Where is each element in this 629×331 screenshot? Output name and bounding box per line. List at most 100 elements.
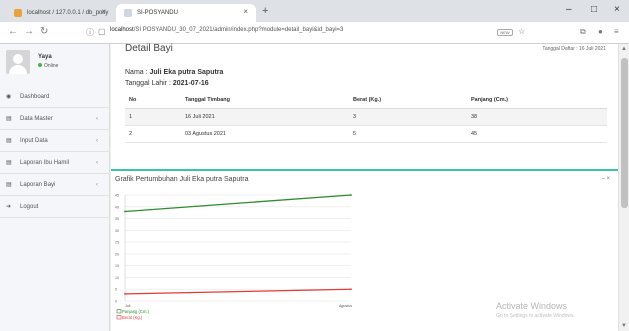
input-icon: ▤ [6,138,12,144]
sidebar-item-laporan-bayi[interactable]: ▤ Laporan Bayi ‹ [0,174,110,196]
sidebar-item-label: Laporan Ibu Hamil [20,159,70,166]
legend-label: Panjang (Cm.) [122,309,150,314]
url-field[interactable]: localhost/SI POSYANDU_30_07_2021/admin/i… [110,27,343,33]
logout-icon: ➜ [6,204,12,210]
y-tick-label: 35 [115,217,119,221]
y-tick-label: 40 [115,205,119,209]
column-header: Berat (Kg.) [349,92,467,109]
activate-windows-subtext: Go to Settings to activate Windows. [496,313,575,319]
main-content: Detail Bayi Tanggal Daftar : 16 Juli 202… [111,43,618,331]
dob-label: Tanggal Lahir : [125,80,173,87]
legend-swatch [116,309,122,314]
registration-date: Tanggal Daftar : 16 Juli 2021 [542,46,606,52]
page-scrollbar[interactable]: ▲ ▼ [618,44,629,331]
page-icon: ▢ [98,27,106,36]
forward-icon[interactable]: → [24,26,34,37]
table-cell: 2 [125,125,181,143]
browser-tab-bar: localhost / 127.0.0.1 / db_posy × SI-POS… [0,0,629,22]
report-icon: ▤ [6,160,12,166]
tab-phpmyadmin[interactable]: localhost / 127.0.0.1 / db_posy × [6,4,114,22]
dob-value: 2021-07-16 [172,80,209,87]
table-cell: 16 Juli 2021 [181,108,349,126]
data-point [124,210,126,213]
column-header: Tanggal Timbang [181,92,349,109]
table-header-row: No Tanggal Timbang Berat (Kg.) Panjang (… [125,92,607,109]
data-point [350,288,352,291]
info-icon[interactable]: ⓘ [86,27,94,38]
profile-icon[interactable]: ● [598,27,603,36]
series-line-0 [124,194,352,213]
close-icon[interactable]: × [101,7,106,16]
sidebar-item-label: Data Master [20,115,53,122]
table-row: 1 16 Juli 2021 3 38 [125,108,607,126]
avatar [6,50,30,74]
sidebar-item-laporan-ibu-hamil[interactable]: ▤ Laporan Ibu Hamil ‹ [0,152,110,174]
sidebar: Yaya Online ◉ Dashboard ▤ Data Master ‹ … [0,44,110,331]
new-tab-button[interactable]: + [262,5,268,17]
x-tick-label: Juli [125,304,131,308]
table-row: 2 03 Agustus 2021 5 45 [125,125,607,143]
y-tick-label: 25 [115,241,119,245]
maximize-button[interactable]: □ [591,4,597,15]
database-icon: ▤ [6,116,12,122]
y-tick-label: 5 [115,288,117,292]
zoom-badge[interactable]: NEW [497,29,513,36]
x-tick-label: Agustus [339,304,352,308]
back-icon[interactable]: ← [8,26,18,37]
column-header: No [125,92,181,109]
sidebar-item-label: Dashboard [20,93,50,100]
legend-swatch [116,315,122,320]
scroll-down-icon[interactable]: ▼ [621,323,627,329]
tab-label: localhost / 127.0.0.1 / db_posy [27,10,109,16]
baby-dob: Tanggal Lahir : 2021-07-16 [125,80,209,87]
sidebar-item-label: Laporan Bayi [20,181,56,188]
close-icon[interactable]: × [243,7,248,16]
y-tick-label: 45 [115,194,119,198]
baby-name: Nama : Juli Eka putra Saputra [125,69,223,76]
chevron-left-icon: ‹ [96,115,98,122]
chevron-left-icon: ‹ [96,181,98,188]
url-path: /SI POSYANDU_30_07_2021/admin/index.php?… [133,27,344,33]
y-tick-label: 30 [115,229,119,233]
scroll-up-icon[interactable]: ▲ [621,46,627,52]
measurement-table: No Tanggal Timbang Berat (Kg.) Panjang (… [125,92,607,143]
scrollbar-thumb[interactable] [621,58,628,208]
y-tick-label: 0 [115,300,117,304]
star-icon[interactable]: ☆ [518,27,525,36]
report-icon: ▤ [6,182,12,188]
table-cell: 3 [349,108,467,126]
dashboard-icon: ◉ [6,94,12,100]
table-cell: 38 [467,108,607,126]
table-cell: 5 [349,125,467,143]
column-header: Panjang (Cm.) [467,92,607,109]
chevron-left-icon: ‹ [96,137,98,144]
phpmyadmin-icon [14,9,22,17]
menu-icon[interactable]: ≡ [614,27,619,36]
tab-label: SI-POSYANDU [137,10,178,16]
series-line-1 [124,288,352,295]
url-host: localhost [110,27,134,33]
chart-card: Grafik Pertumbuhan Juli Eka putra Saputr… [111,169,618,331]
data-point [350,194,352,196]
sidebar-item-logout[interactable]: ➜ Logout [0,196,110,218]
page-title: Detail Bayi [125,43,173,54]
sidebar-item-input-data[interactable]: ▤ Input Data ‹ [0,130,110,152]
sidebar-item-dashboard[interactable]: ◉ Dashboard [0,86,110,108]
online-dot-icon [38,63,42,67]
legend-label: Berat (Kg.) [122,315,143,320]
minimize-button[interactable]: – [566,4,572,15]
reload-icon[interactable]: ↻ [40,26,48,37]
sidebar-item-label: Logout [20,203,39,210]
close-window-button[interactable]: × [614,4,620,15]
sidebar-item-data-master[interactable]: ▤ Data Master ‹ [0,108,110,130]
y-tick-label: 20 [115,252,119,256]
user-status: Online [38,63,58,69]
page-icon [124,9,132,17]
chevron-left-icon: ‹ [96,159,98,166]
data-point [124,293,126,295]
sidebar-item-label: Input Data [20,137,48,144]
tab-posyandu[interactable]: SI-POSYANDU × [116,4,256,22]
table-cell: 1 [125,108,181,126]
extensions-icon[interactable]: ⧉ [580,27,586,37]
y-tick-label: 15 [115,264,119,268]
